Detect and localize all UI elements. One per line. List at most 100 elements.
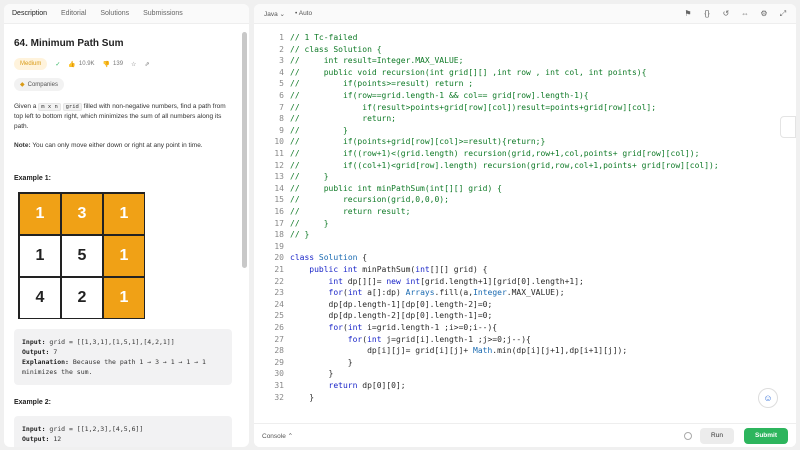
code-text: // return result; [290,207,411,216]
language-value: Java [264,10,278,18]
code-line[interactable]: 24 dp[dp.length-1][dp[0].length-2]=0; [254,299,796,310]
like-button[interactable]: 👍 10.9K [68,61,94,68]
code-line[interactable]: 17 // } [254,218,796,229]
companies-chip[interactable]: ◆ Companies [14,78,64,91]
code-text: // } [290,218,329,228]
braces-icon[interactable]: {} [702,9,712,19]
code-line[interactable]: 8 // return; [254,113,796,124]
star-icon[interactable]: ☆ [131,61,136,68]
code-line[interactable]: 28 dp[i][j]= grid[i][j]+ Math.min(dp[i][… [254,345,796,356]
code-text: } [290,369,334,379]
problem-note: Note: You can only move either down or r… [14,142,232,149]
line-number: 24 [274,299,284,309]
code-line[interactable]: 18 // } [254,229,796,240]
code-line[interactable]: 1 // 1 Tc-failed [254,32,796,43]
code-line[interactable]: 5 // if(points>=result) return ; [254,78,796,89]
code-line[interactable]: 16 // return result; [254,206,796,217]
tab-editorial[interactable]: Editorial [61,10,86,17]
feedback-chat-icon[interactable]: ☺ [758,388,778,408]
code-line[interactable]: 25 dp[dp.length-2][dp[0].length-1]=0; [254,310,796,321]
code-text: for(int j=grid[i].length-1 ;j>=0;j--){ [347,334,531,344]
code-text: // if((row+1)<(grid.length) recursion(gr… [290,149,700,158]
line-number: 7 [279,102,284,112]
line-number: 2 [279,44,284,54]
reset-icon[interactable]: ↺ [721,9,731,19]
dislike-button[interactable]: 👎 139 [103,61,124,68]
line-number: 32 [274,392,284,402]
ex2-input-label: Input: [22,425,46,433]
code-line[interactable]: 7 // if(result>points+grid[row][col])resu… [254,102,796,113]
code-line[interactable]: 14 // public int minPathSum(int[][] grid)… [254,183,796,194]
grid-cell: 5 [61,235,103,277]
code-line[interactable]: 9 // } [254,125,796,136]
code-line[interactable]: 12 // if((col+1)<grid[row].length) recurs… [254,160,796,171]
like-count: 10.9K [78,61,95,67]
grid-cell: 1 [103,277,145,319]
companies-label: Companies [27,81,58,88]
description-scrollbar[interactable] [242,32,247,268]
code-line[interactable]: 4 // public void recursion(int grid[][] ,… [254,67,796,78]
ex2-output-value: 12 [53,435,62,443]
code-line[interactable]: 13 // } [254,171,796,182]
grid-cell: 4 [19,277,61,319]
language-select[interactable]: Java ⌄ [264,10,285,18]
line-number: 27 [274,334,284,344]
code-line[interactable]: 26 for(int i=grid.length-1 ;i>=0;i--){ [254,322,796,333]
dislike-count: 139 [113,61,124,67]
code-line[interactable]: 15 // recursion(grid,0,0,0); [254,194,796,205]
code-line[interactable]: 3 // int result=Integer.MAX_VALUE; [254,55,796,66]
code-line[interactable]: 22 int dp[][]= new int[grid.length+1][gr… [254,276,796,287]
line-number: 8 [279,114,284,124]
line-number: 16 [274,207,284,216]
autocomplete-toggle[interactable]: • Auto [295,10,312,17]
code-editor[interactable]: 1 // 1 Tc-failed 2 // class Solution {3 // i… [254,28,796,428]
ex1-input-label: Input: [22,338,46,346]
example2-label: Example 2: [14,399,51,406]
code-text: dp[i][j]= grid[i][j]+ Math.min(dp[i][j+1… [290,346,628,356]
example1-label: Example 1: [14,175,51,182]
code-text: public int minPathSum(int[][] grid) { [309,265,488,274]
fullscreen-icon[interactable]: ⤢ [778,9,788,19]
code-text: for(int i=grid.length-1 ;i>=0;i--){ [328,323,498,332]
code-line[interactable]: 11 // if((row+1)<(grid.length) recursion(… [254,148,796,159]
editor-actions: ⚑ {} ↺ ⇔ ⚙ ⤢ [683,9,788,19]
code-line[interactable]: 32 } [254,392,796,403]
bookmark-icon[interactable]: ⚑ [683,9,693,19]
tab-submissions[interactable]: Submissions [143,10,183,17]
tab-solutions[interactable]: Solutions [100,10,129,17]
submit-button[interactable]: Submit [744,428,788,444]
code-line[interactable]: 31 return dp[0][0]; [254,380,796,391]
code-line[interactable]: 19 [254,241,796,252]
tab-description[interactable]: Description [12,10,47,17]
tag-icon: ◆ [20,82,25,88]
code-line[interactable]: 27 for(int j=grid[i].length-1 ;j>=0;j--)… [254,334,796,345]
code-line[interactable]: 20 class Solution { [254,252,796,263]
settings-icon[interactable]: ⚙ [759,9,769,19]
chevron-down-icon: ⌄ [279,10,285,18]
code-text: int dp[][]= new int[grid.length+1][grid[… [328,276,584,286]
code-line[interactable]: 21 public int minPathSum(int[][] grid) { [254,264,796,275]
line-number: 10 [274,137,284,147]
line-number: 11 [274,149,284,158]
debug-icon[interactable] [684,432,692,440]
example2-box: Input: grid = [[1,2,3],[4,5,6]] Output: … [14,416,232,447]
code-line[interactable]: 6 // if(row==grid.length-1 && col== grid[… [254,90,796,101]
code-line[interactable]: 10 // if(points+grid[row][col]>=result){r… [254,136,796,147]
side-note-tab[interactable] [780,116,796,138]
note-label: Note: [14,142,31,149]
share-icon[interactable]: ⇗ [144,61,149,68]
fold-icon[interactable]: ⇔ [740,9,750,19]
ex2-input-value: grid = [[1,2,3],[4,5,6]] [49,425,144,433]
code-line[interactable]: 29 } [254,357,796,368]
code-line[interactable]: 2 // class Solution { [254,44,796,55]
line-number: 6 [279,91,284,100]
grid-cell: 2 [61,277,103,319]
console-toggle[interactable]: Console ⌃ [262,432,293,440]
code-text: } [290,392,315,402]
code-line[interactable]: 23 for(int a[]:dp) Arrays.fill(a,Integer… [254,287,796,298]
line-number: 13 [274,172,284,182]
grid-cell: 1 [19,193,61,235]
code-line[interactable]: 30 } [254,368,796,379]
line-number: 17 [274,218,284,228]
run-button[interactable]: Run [700,428,734,444]
